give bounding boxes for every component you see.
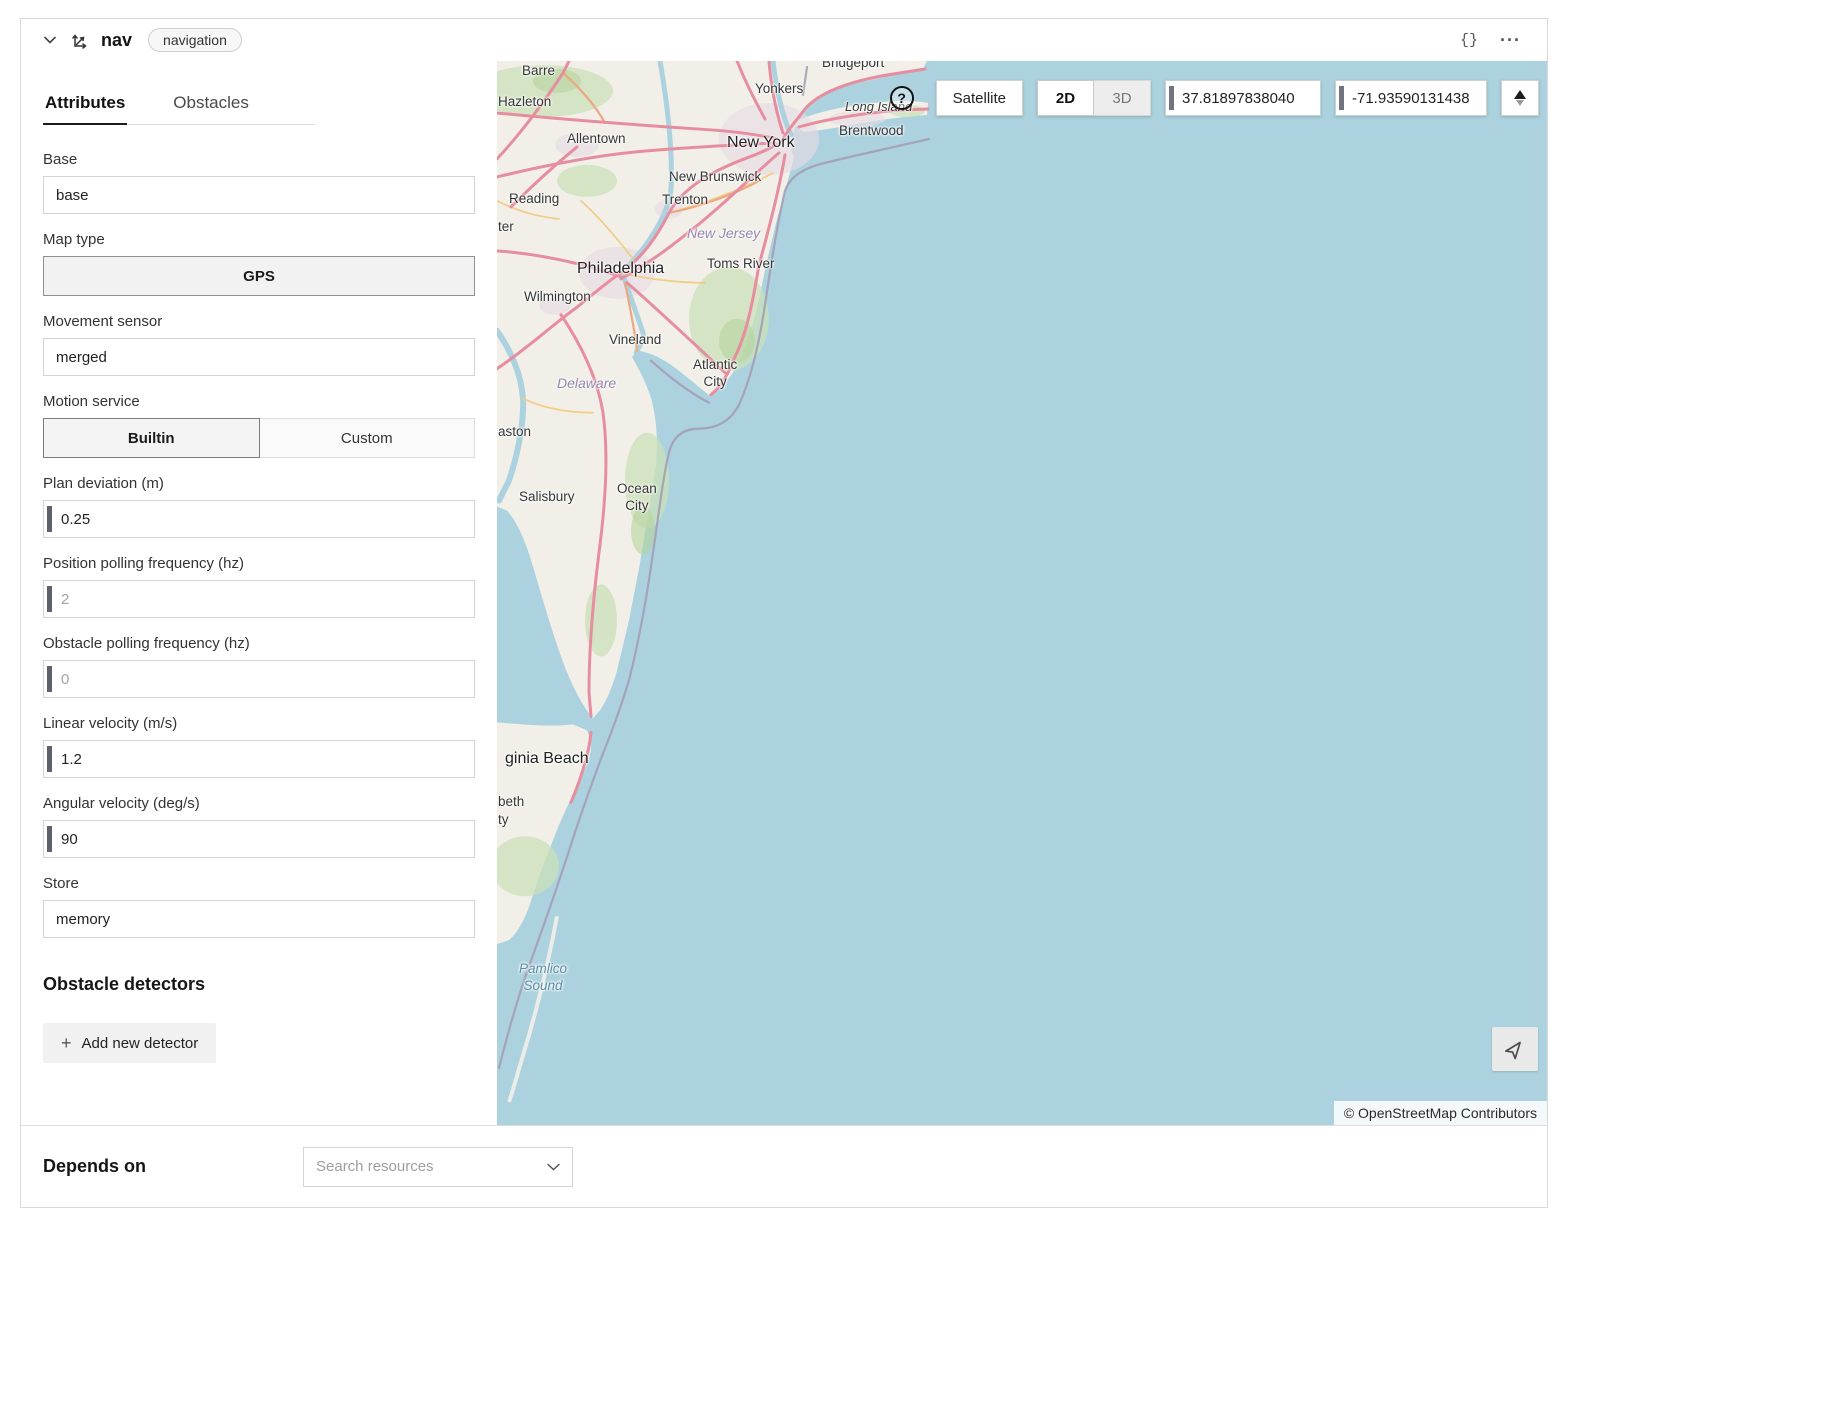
latitude-field xyxy=(1165,80,1321,116)
card-footer: Depends on Search resources xyxy=(21,1125,1547,1207)
mode-3d-button[interactable]: 3D xyxy=(1094,80,1151,116)
nav-service-card: nav navigation {} ··· Attributes Obstacl… xyxy=(20,18,1548,1208)
ellipsis-menu-icon[interactable]: ··· xyxy=(1494,28,1527,53)
card-header: nav navigation {} ··· xyxy=(21,19,1547,61)
base-label: Base xyxy=(43,151,475,168)
map-mode-toggle: 2D 3D xyxy=(1037,80,1151,116)
map-attribution: © OpenStreetMap Contributors xyxy=(1334,1101,1547,1125)
movement-sensor-label: Movement sensor xyxy=(43,313,475,330)
position-polling-input[interactable] xyxy=(52,581,474,617)
obstacle-polling-input[interactable] xyxy=(52,661,474,697)
tab-attributes[interactable]: Attributes xyxy=(43,85,127,125)
plus-icon: + xyxy=(61,1034,72,1052)
tab-obstacles[interactable]: Obstacles xyxy=(171,85,251,124)
add-detector-button[interactable]: + Add new detector xyxy=(43,1023,216,1063)
map[interactable]: BarreHazletonYonkersBridgeportNew YorkLo… xyxy=(497,61,1547,1125)
obstacle-polling-field: Obstacle polling frequency (hz) xyxy=(43,635,475,698)
longitude-field xyxy=(1335,80,1487,116)
depends-on-select[interactable]: Search resources xyxy=(303,1147,573,1187)
tab-bar: Attributes Obstacles xyxy=(43,85,315,125)
collapse-chevron-icon[interactable] xyxy=(41,31,59,49)
plan-deviation-field: Plan deviation (m) xyxy=(43,475,475,538)
map-type-gps-button[interactable]: GPS xyxy=(43,256,475,296)
chevron-down-icon xyxy=(547,1163,560,1171)
mode-2d-button[interactable]: 2D xyxy=(1037,80,1094,116)
angular-velocity-field: Angular velocity (deg/s) xyxy=(43,795,475,858)
map-controls: ? Satellite 2D 3D xyxy=(890,80,1539,116)
motion-service-label: Motion service xyxy=(43,393,475,410)
service-type-badge: navigation xyxy=(148,28,242,52)
navigation-service-icon xyxy=(69,29,91,51)
movement-sensor-field: Movement sensor xyxy=(43,313,475,376)
add-detector-label: Add new detector xyxy=(82,1035,199,1052)
code-braces-icon[interactable]: {} xyxy=(1454,30,1484,51)
base-input[interactable] xyxy=(43,176,475,214)
send-icon xyxy=(1504,1038,1526,1060)
map-type-field: Map type GPS xyxy=(43,231,475,296)
motion-service-segmented: Builtin Custom xyxy=(43,418,475,458)
position-polling-field: Position polling frequency (hz) xyxy=(43,555,475,618)
attributes-panel: Attributes Obstacles Base Map type GPS M… xyxy=(21,61,497,1125)
store-label: Store xyxy=(43,875,475,892)
help-icon[interactable]: ? xyxy=(890,86,914,110)
movement-sensor-input[interactable] xyxy=(43,338,475,376)
latitude-input[interactable] xyxy=(1174,81,1320,115)
obstacle-polling-label: Obstacle polling frequency (hz) xyxy=(43,635,475,652)
linear-velocity-input[interactable] xyxy=(52,741,474,777)
card-body: Attributes Obstacles Base Map type GPS M… xyxy=(21,61,1547,1125)
satellite-button[interactable]: Satellite xyxy=(936,80,1023,116)
linear-velocity-label: Linear velocity (m/s) xyxy=(43,715,475,732)
send-location-button[interactable] xyxy=(1492,1027,1538,1071)
store-field: Store xyxy=(43,875,475,938)
base-field: Base xyxy=(43,151,475,214)
sort-arrows-icon[interactable] xyxy=(1501,80,1539,116)
position-polling-label: Position polling frequency (hz) xyxy=(43,555,475,572)
plan-deviation-label: Plan deviation (m) xyxy=(43,475,475,492)
obstacle-detectors-heading: Obstacle detectors xyxy=(43,974,475,995)
arrow-down-icon xyxy=(1516,100,1524,106)
motion-service-builtin-button[interactable]: Builtin xyxy=(43,418,260,458)
depends-on-heading: Depends on xyxy=(43,1156,303,1177)
longitude-input[interactable] xyxy=(1344,81,1486,115)
page-title: nav xyxy=(101,30,132,51)
map-canvas[interactable] xyxy=(497,61,1547,1125)
motion-service-field: Motion service Builtin Custom xyxy=(43,393,475,458)
store-input[interactable] xyxy=(43,900,475,938)
motion-service-custom-button[interactable]: Custom xyxy=(260,418,476,458)
arrow-up-icon xyxy=(1514,90,1526,99)
plan-deviation-input[interactable] xyxy=(52,501,474,537)
angular-velocity-label: Angular velocity (deg/s) xyxy=(43,795,475,812)
search-resources-placeholder: Search resources xyxy=(316,1158,434,1175)
map-type-label: Map type xyxy=(43,231,475,248)
angular-velocity-input[interactable] xyxy=(52,821,474,857)
linear-velocity-field: Linear velocity (m/s) xyxy=(43,715,475,778)
